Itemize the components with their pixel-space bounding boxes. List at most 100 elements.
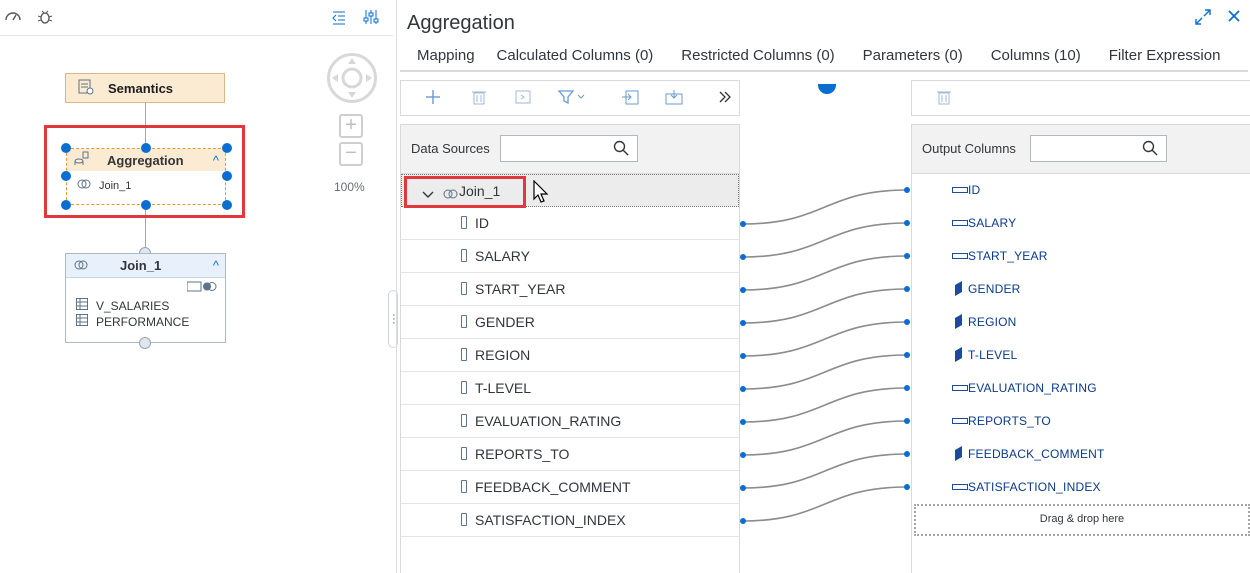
output-column-row[interactable]: REPORTS_TO bbox=[912, 405, 1250, 438]
propagate-icon[interactable] bbox=[665, 89, 683, 110]
mapping-line[interactable] bbox=[742, 486, 908, 522]
resize-handle[interactable] bbox=[222, 200, 232, 210]
output-column-row[interactable]: EVALUATION_RATING bbox=[912, 372, 1250, 405]
delete-icon[interactable] bbox=[471, 89, 487, 110]
resize-handle[interactable] bbox=[222, 143, 232, 153]
tab-parameters[interactable]: Parameters (0) bbox=[846, 42, 974, 70]
source-column-row[interactable]: START_YEAR bbox=[401, 273, 739, 306]
target-anchor-dot bbox=[904, 286, 910, 292]
mapping-line[interactable] bbox=[742, 255, 908, 291]
tab-columns[interactable]: Columns (10) bbox=[974, 42, 1092, 70]
attribute-icon bbox=[955, 313, 962, 330]
source-column-row[interactable]: EVALUATION_RATING bbox=[401, 405, 739, 438]
resize-handle[interactable] bbox=[61, 143, 71, 153]
add-icon[interactable] bbox=[425, 89, 441, 110]
table-icon bbox=[76, 314, 88, 330]
output-column-row[interactable]: START_YEAR bbox=[912, 240, 1250, 273]
zoom-in-button[interactable]: + bbox=[339, 114, 363, 138]
column-icon bbox=[461, 414, 467, 427]
aggregation-node[interactable]: Aggregation ^ Join_1 bbox=[66, 148, 226, 205]
output-columns-search-input[interactable] bbox=[1031, 136, 1139, 161]
measure-icon bbox=[952, 187, 968, 193]
source-anchor-dot bbox=[740, 221, 746, 227]
output-column-row[interactable]: ID bbox=[912, 174, 1250, 207]
source-anchor-dot bbox=[740, 287, 746, 293]
import-icon[interactable] bbox=[621, 89, 639, 110]
source-column-row[interactable]: REGION bbox=[401, 339, 739, 372]
attribute-icon bbox=[955, 445, 962, 462]
semantics-node[interactable]: Semantics bbox=[65, 73, 225, 103]
resize-handle[interactable] bbox=[61, 200, 71, 210]
mapping-line[interactable] bbox=[742, 387, 908, 423]
source-anchor-dot bbox=[740, 452, 746, 458]
source-column-row[interactable]: GENDER bbox=[401, 306, 739, 339]
overflow-icon[interactable] bbox=[719, 89, 731, 109]
source-item[interactable]: PERFORMANCE bbox=[76, 314, 225, 330]
tab-mapping[interactable]: Mapping bbox=[400, 42, 480, 70]
output-column-name: START_YEAR bbox=[968, 249, 1048, 263]
bug-icon[interactable] bbox=[36, 8, 56, 28]
source-item[interactable]: V_SALARIES bbox=[76, 298, 225, 314]
chevron-down-icon[interactable] bbox=[422, 186, 434, 202]
source-anchor-dot bbox=[740, 419, 746, 425]
source-column-name: T-LEVEL bbox=[475, 380, 532, 396]
app-root: Semantics Aggregation ^ Join_1 Join_1 ^ … bbox=[0, 0, 1250, 573]
tab-restricted-columns[interactable]: Restricted Columns (0) bbox=[664, 42, 845, 70]
output-column-name: ID bbox=[968, 183, 981, 197]
source-column-row[interactable]: REPORTS_TO bbox=[401, 438, 739, 471]
output-column-row[interactable]: SALARY bbox=[912, 207, 1250, 240]
output-column-row[interactable]: REGION bbox=[912, 306, 1250, 339]
collapse-icon[interactable]: ^ bbox=[213, 258, 219, 273]
column-icon bbox=[461, 216, 467, 229]
measure-icon bbox=[952, 484, 968, 490]
source-column-row[interactable]: SALARY bbox=[401, 240, 739, 273]
source-column-row[interactable]: SATISFACTION_INDEX bbox=[401, 504, 739, 537]
source-group-row[interactable]: Join_1 bbox=[401, 174, 739, 208]
drop-zone[interactable]: Drag & drop here bbox=[914, 504, 1250, 536]
collapse-panel-icon[interactable] bbox=[330, 8, 350, 28]
output-column-row[interactable]: GENDER bbox=[912, 273, 1250, 306]
mapping-line[interactable] bbox=[742, 222, 908, 258]
source-column-row[interactable]: FEEDBACK_COMMENT bbox=[401, 471, 739, 504]
tab-filter-expression[interactable]: Filter Expression bbox=[1092, 42, 1232, 70]
resize-handle[interactable] bbox=[141, 200, 151, 210]
mapping-line[interactable] bbox=[742, 321, 908, 357]
settings-sliders-icon[interactable] bbox=[362, 8, 382, 28]
mapping-line[interactable] bbox=[742, 189, 908, 225]
output-column-row[interactable]: FEEDBACK_COMMENT bbox=[912, 438, 1250, 471]
speedometer-icon[interactable] bbox=[4, 8, 24, 28]
mapping-line[interactable] bbox=[742, 420, 908, 456]
search-icon[interactable] bbox=[1142, 140, 1158, 156]
replace-icon[interactable] bbox=[515, 89, 531, 110]
maximize-icon[interactable] bbox=[1194, 8, 1212, 31]
source-column-row[interactable]: ID bbox=[401, 207, 739, 240]
attribute-icon bbox=[955, 346, 962, 363]
zoom-out-button[interactable]: − bbox=[339, 142, 363, 166]
mapping-line[interactable] bbox=[742, 453, 908, 489]
resize-handle[interactable] bbox=[141, 143, 151, 153]
filter-icon[interactable] bbox=[557, 89, 586, 110]
mapping-indicator bbox=[818, 84, 836, 94]
editor-pane: Aggregation Mapping Calculated Columns (… bbox=[396, 0, 1250, 573]
pan-navigator[interactable] bbox=[327, 53, 377, 103]
resize-handle[interactable] bbox=[61, 171, 71, 181]
tab-calculated-columns[interactable]: Calculated Columns (0) bbox=[480, 42, 665, 70]
source-column-row[interactable]: T-LEVEL bbox=[401, 372, 739, 405]
close-icon[interactable] bbox=[1226, 8, 1242, 29]
output-columns-search[interactable] bbox=[1030, 135, 1167, 162]
mapping-line[interactable] bbox=[742, 354, 908, 390]
delete-icon[interactable] bbox=[936, 89, 952, 110]
output-column-row[interactable]: SATISFACTION_INDEX bbox=[912, 471, 1250, 504]
column-icon bbox=[461, 249, 467, 262]
collapse-icon[interactable]: ^ bbox=[213, 153, 219, 168]
data-sources-search-input[interactable] bbox=[501, 136, 609, 161]
mapping-line[interactable] bbox=[742, 288, 908, 324]
source-column-name: GENDER bbox=[475, 314, 535, 330]
data-sources-search[interactable] bbox=[500, 135, 638, 162]
output-column-row[interactable]: T-LEVEL bbox=[912, 339, 1250, 372]
measure-icon bbox=[952, 220, 968, 226]
output-port[interactable] bbox=[139, 337, 151, 349]
join-node[interactable]: Join_1 ^ V_SALARIES PERFORMANCE bbox=[65, 253, 226, 343]
search-icon[interactable] bbox=[613, 140, 629, 156]
resize-handle[interactable] bbox=[222, 171, 232, 181]
